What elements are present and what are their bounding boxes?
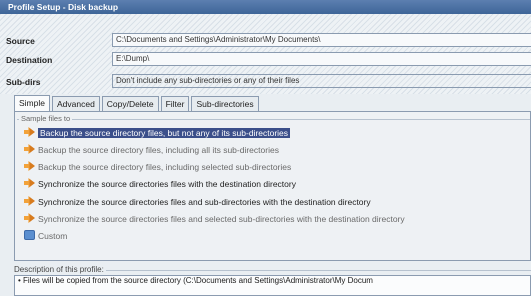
subdirs-field[interactable]: Don't include any sub-directories or any… (112, 74, 531, 88)
option-label: Synchronize the source directories files… (38, 179, 296, 189)
backup-icon (24, 161, 35, 171)
subdirs-label: Sub-dirs (6, 77, 41, 87)
tab-copy-delete[interactable]: Copy/Delete (101, 96, 159, 111)
sync-icon (24, 178, 35, 188)
tab-sub-directories[interactable]: Sub-directories (191, 96, 259, 111)
sync-icon (24, 213, 35, 223)
destination-field[interactable]: E:\Dump\ (112, 52, 531, 66)
tab-simple[interactable]: Simple (14, 95, 50, 111)
option-custom[interactable]: Custom (24, 230, 67, 243)
destination-label: Destination (6, 55, 53, 65)
group-title: Sample files to (19, 114, 73, 123)
option-label: Backup the source directory files, but n… (38, 128, 291, 138)
tab-filter[interactable]: Filter (160, 96, 190, 111)
option-backup-all-subdirs[interactable]: Backup the source directory files, inclu… (24, 144, 279, 157)
source-row: Source C:\Documents and Settings\Adminis… (0, 32, 531, 49)
option-label: Synchronize the source directories files… (38, 197, 371, 207)
simple-tab-panel: Sample files to Backup the source direct… (14, 111, 531, 261)
backup-icon (24, 144, 35, 154)
option-label: Synchronize the source directories files… (38, 214, 405, 224)
subdirs-row: Sub-dirs Don't include any sub-directori… (0, 73, 531, 90)
tab-advanced[interactable]: Advanced (51, 96, 100, 111)
option-label: Custom (38, 231, 68, 241)
sync-icon (24, 196, 35, 206)
window-titlebar[interactable]: Profile Setup - Disk backup (0, 0, 531, 14)
option-sync-selected-subdirs[interactable]: Synchronize the source directories files… (24, 213, 405, 226)
option-backup-files-only[interactable]: Backup the source directory files, but n… (24, 127, 291, 140)
tab-bar: Simple Advanced Copy/Delete Filter Sub-d… (14, 95, 261, 112)
backup-icon (24, 127, 35, 137)
destination-row: Destination E:\Dump\ (0, 51, 531, 68)
option-backup-selected-subdirs[interactable]: Backup the source directory files, inclu… (24, 161, 291, 174)
custom-icon (24, 230, 35, 240)
source-label: Source (6, 36, 35, 46)
option-sync-files[interactable]: Synchronize the source directories files… (24, 178, 296, 191)
option-sync-files-subdirs[interactable]: Synchronize the source directories files… (24, 196, 371, 209)
description-title: Description of this profile: (14, 265, 106, 274)
profile-setup-window: Profile Setup - Disk backup Source C:\Do… (0, 0, 531, 296)
description-box: • Files will be copied from the source d… (14, 275, 531, 296)
option-label: Backup the source directory files, inclu… (38, 162, 292, 172)
group-divider (17, 119, 530, 120)
option-label: Backup the source directory files, inclu… (38, 145, 279, 155)
source-field[interactable]: C:\Documents and Settings\Administrator\… (112, 33, 531, 47)
